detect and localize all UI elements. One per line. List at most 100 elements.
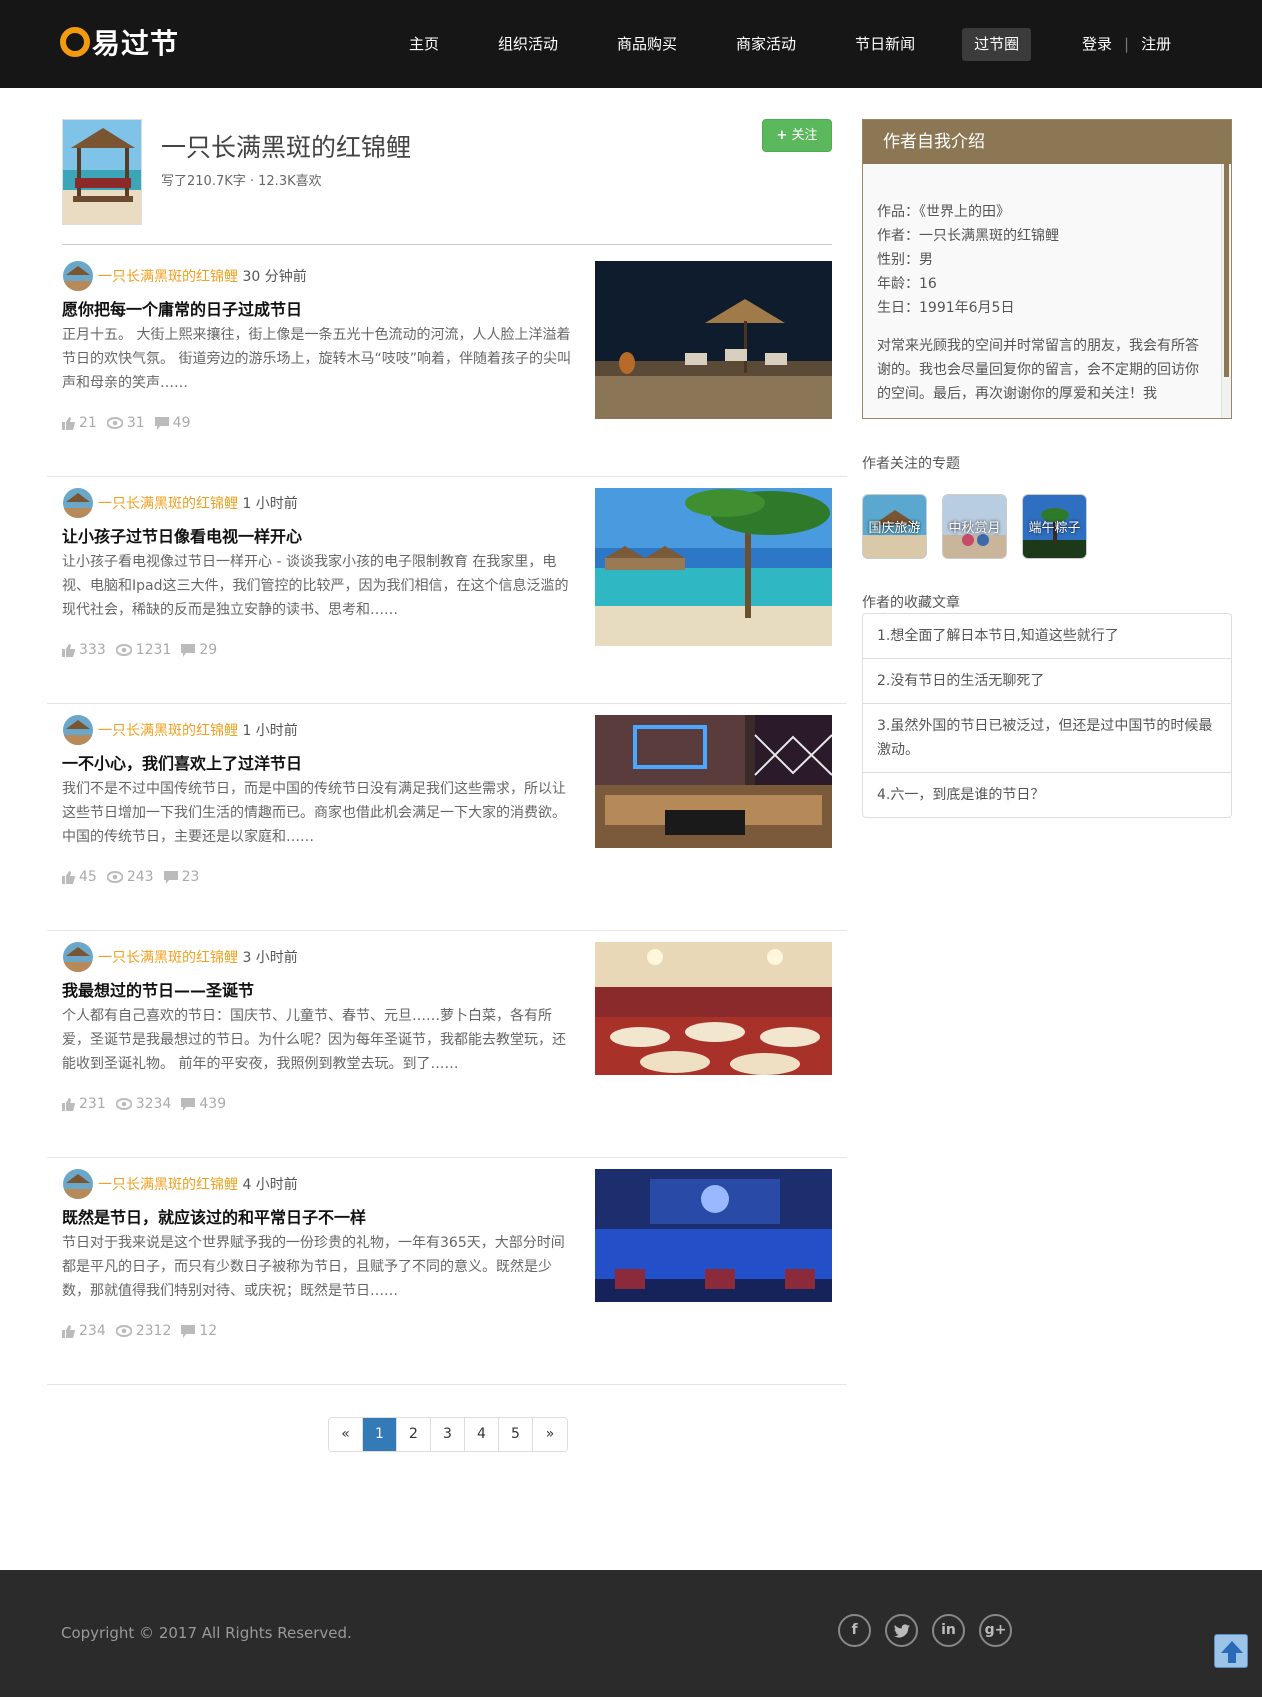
social-links: f in g+ <box>838 1614 1026 1647</box>
twitter-icon[interactable] <box>885 1614 918 1647</box>
author-avatar[interactable] <box>63 942 93 972</box>
page-prev[interactable]: « <box>329 1418 363 1451</box>
author-intro-panel: 作者自我介绍 作品：《世界上的田》 作者：一只长满黑斑的红锦鲤 性别：男 年龄：… <box>862 119 1232 419</box>
post-time: 30 分钟前 <box>242 269 307 285</box>
login-link[interactable]: 登录 <box>1082 28 1112 61</box>
article-item[interactable]: 一只长满黑斑的红锦鲤 30 分钟前 愿你把每一个庸常的日子过成节日 正月十五。 … <box>47 251 847 477</box>
article-item[interactable]: 一只长满黑斑的红锦鲤 3 小时前 我最想过的节日——圣诞节 个人都有自己喜欢的节… <box>47 932 847 1158</box>
likes-count: 333 <box>79 642 106 658</box>
author-avatar[interactable] <box>63 261 93 291</box>
nav-item-circle[interactable]: 过节圈 <box>962 28 1032 61</box>
scrollbar-thumb[interactable] <box>1224 164 1229 377</box>
article-image[interactable] <box>595 715 832 848</box>
topic-card[interactable]: 中秋赏月 <box>942 494 1007 559</box>
profile-photo <box>62 119 142 225</box>
topic-card[interactable]: 端午粽子 <box>1022 494 1087 559</box>
post-time: 4 小时前 <box>242 1177 298 1193</box>
thumbs-up-icon <box>62 870 75 884</box>
author-link[interactable]: 一只长满黑斑的红锦鲤 <box>98 723 238 739</box>
article-title[interactable]: 我最想过的节日——圣诞节 <box>62 977 254 1001</box>
likes-count: 45 <box>79 869 97 885</box>
page-3[interactable]: 3 <box>431 1418 465 1451</box>
author-link[interactable]: 一只长满黑斑的红锦鲤 <box>98 950 238 966</box>
intro-line: 生日：1991年6月5日 <box>877 300 1015 316</box>
article-image[interactable] <box>595 1169 832 1302</box>
eye-icon <box>115 1098 132 1110</box>
register-link[interactable]: 注册 <box>1141 28 1171 61</box>
back-to-top-button[interactable] <box>1214 1634 1248 1668</box>
page-next[interactable]: » <box>533 1418 567 1451</box>
author-avatar[interactable] <box>63 488 93 518</box>
article-title[interactable]: 一不小心，我们喜欢上了过洋节日 <box>62 750 302 774</box>
article-item[interactable]: 一只长满黑斑的红锦鲤 1 小时前 让小孩子过节日像看电视一样开心 让小孩子看电视… <box>47 478 847 704</box>
top-navbar: 易过节 主页 组织活动 商品购买 商家活动 节日新闻 过节圈 登录 | 注册 <box>0 0 1262 88</box>
author-avatar[interactable] <box>63 715 93 745</box>
profile-stats: 写了210.7K字 · 12.3K喜欢 <box>161 174 322 189</box>
article-image[interactable] <box>595 261 832 419</box>
linkedin-icon[interactable]: in <box>932 1614 965 1647</box>
page-2[interactable]: 2 <box>397 1418 431 1451</box>
intro-line: 作品：《世界上的田》 <box>877 204 1010 220</box>
article-excerpt: 个人都有自己喜欢的节日：国庆节、儿童节、春节、元旦……萝卜白菜，各有所爱，圣诞节… <box>62 1008 566 1072</box>
favorite-item[interactable]: 2.没有节日的生活无聊死了 <box>863 659 1231 704</box>
page-5[interactable]: 5 <box>499 1418 533 1451</box>
article-excerpt: 正月十五。 大街上熙来攘往，街上像是一条五光十色流动的河流，人人脸上洋溢着节日的… <box>62 327 571 391</box>
article-excerpt: 我们不是不过中国传统节日，而是中国的传统节日没有满足我们这些需求，所以让这些节日… <box>62 781 566 845</box>
favorite-item[interactable]: 1.想全面了解日本节日,知道这些就行了 <box>863 614 1231 659</box>
thumbs-up-icon <box>62 643 75 657</box>
intro-scrollbar[interactable] <box>1221 164 1231 418</box>
nav-item-shop[interactable]: 商品购买 <box>605 28 689 61</box>
nav-item-organize[interactable]: 组织活动 <box>486 28 570 61</box>
thumbs-up-icon <box>62 416 75 430</box>
topic-list: 国庆旅游 中秋赏月 端午粽子 <box>862 494 1102 559</box>
article-meta: 一只长满黑斑的红锦鲤 4 小时前 <box>98 1174 298 1194</box>
favorites-label: 作者的收藏文章 <box>862 595 960 611</box>
views-count: 31 <box>126 415 145 431</box>
main-nav: 主页 组织活动 商品购买 商家活动 节日新闻 过节圈 <box>397 28 1066 61</box>
thumbs-up-icon <box>62 1097 75 1111</box>
article-image[interactable] <box>595 942 832 1075</box>
author-link[interactable]: 一只长满黑斑的红锦鲤 <box>98 496 238 512</box>
page-1[interactable]: 1 <box>363 1418 397 1451</box>
page-4[interactable]: 4 <box>465 1418 499 1451</box>
article-item[interactable]: 一只长满黑斑的红锦鲤 1 小时前 一不小心，我们喜欢上了过洋节日 我们不是不过中… <box>47 705 847 931</box>
article-title[interactable]: 愿你把每一个庸常的日子过成节日 <box>62 296 302 320</box>
logo-text: 易过节 <box>92 27 180 60</box>
favorite-item[interactable]: 4.六一，到底是谁的节日？ <box>863 773 1231 817</box>
intro-title: 作者自我介绍 <box>863 120 1231 164</box>
follow-button[interactable]: + 关注 <box>762 119 832 152</box>
views-count: 2312 <box>135 1323 172 1339</box>
article-item[interactable]: 一只长满黑斑的红锦鲤 4 小时前 既然是节日，就应该过的和平常日子不一样 节日对… <box>47 1159 847 1385</box>
article-title[interactable]: 既然是节日，就应该过的和平常日子不一样 <box>62 1204 366 1228</box>
intro-body[interactable]: 作品：《世界上的田》 作者：一只长满黑斑的红锦鲤 性别：男 年龄：16 生日：1… <box>863 164 1221 418</box>
eye-icon <box>106 871 123 883</box>
article-excerpt: 节日对于我来说是这个世界赋予我的一份珍贵的礼物，一年有365天，大部分时间都是平… <box>62 1235 565 1299</box>
topic-label: 端午粽子 <box>1028 521 1081 536</box>
comment-icon <box>163 870 178 884</box>
site-logo[interactable]: 易过节 <box>55 22 180 62</box>
nav-item-merchant[interactable]: 商家活动 <box>724 28 808 61</box>
topic-label: 中秋赏月 <box>948 521 1001 536</box>
article-image[interactable] <box>595 488 832 646</box>
comment-icon <box>154 416 169 430</box>
views-count: 1231 <box>135 642 172 658</box>
nav-item-news[interactable]: 节日新闻 <box>843 28 927 61</box>
comments-count: 29 <box>199 642 218 658</box>
comments-count: 439 <box>199 1096 227 1112</box>
facebook-icon[interactable]: f <box>838 1614 871 1647</box>
author-link[interactable]: 一只长满黑斑的红锦鲤 <box>98 269 238 285</box>
author-link[interactable]: 一只长满黑斑的红锦鲤 <box>98 1177 238 1193</box>
topic-card[interactable]: 国庆旅游 <box>862 494 927 559</box>
eye-icon <box>115 1325 132 1337</box>
comments-count: 23 <box>181 869 200 885</box>
article-stats: 234 2312 12 <box>62 1323 227 1339</box>
favorite-item[interactable]: 3.虽然外国的节日已被泛过，但还是过中国节的时候最激动。 <box>863 704 1231 773</box>
article-title[interactable]: 让小孩子过节日像看电视一样开心 <box>62 523 302 547</box>
google-plus-icon[interactable]: g+ <box>979 1614 1012 1647</box>
comment-icon <box>181 1097 196 1111</box>
author-avatar[interactable] <box>63 1169 93 1199</box>
topic-label: 国庆旅游 <box>868 521 921 536</box>
intro-paragraph: 对常来光顾我的空间并时常留言的朋友，我会有所答谢的。我也会尽量回复你的留言，会不… <box>877 338 1199 402</box>
nav-item-home[interactable]: 主页 <box>397 28 451 61</box>
article-stats: 333 1231 29 <box>62 642 227 658</box>
